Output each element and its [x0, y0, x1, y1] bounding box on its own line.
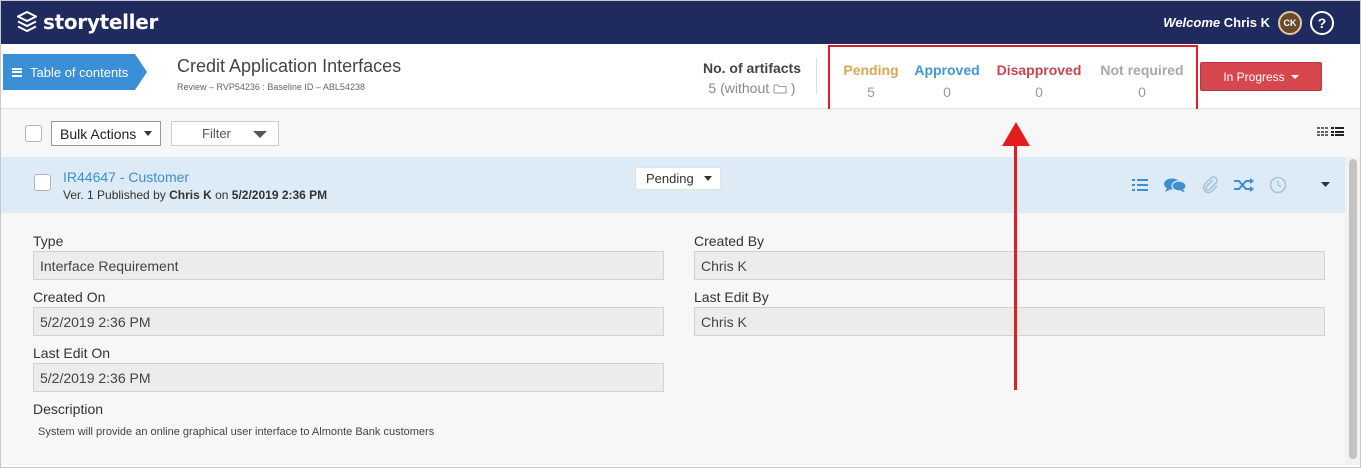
- type-label: Type: [33, 233, 64, 249]
- comments-icon[interactable]: [1163, 177, 1187, 193]
- toc-label: Table of contents: [30, 64, 129, 80]
- caret-down-icon: [1290, 74, 1299, 79]
- logo[interactable]: storyteller: [17, 10, 158, 34]
- artifact-actions: [1131, 176, 1331, 194]
- created-on-field: 5/2/2019 2:36 PM: [33, 307, 664, 336]
- count-approved-value: 0: [943, 84, 951, 100]
- count-disapproved-label: Disapproved: [996, 62, 1082, 78]
- artifact-row[interactable]: IR44647 - Customer Ver. 1 Published by C…: [1, 157, 1345, 213]
- chevron-down-icon[interactable]: [1301, 178, 1331, 192]
- scrollbar-thumb[interactable]: [1349, 159, 1357, 459]
- bulk-actions-label: Bulk Actions: [60, 125, 137, 142]
- artifact-count-label: No. of artifacts: [702, 60, 801, 76]
- artifact-meta-author: Chris K: [169, 188, 212, 202]
- review-status-button[interactable]: In Progress: [1200, 62, 1322, 91]
- logo-text: storyteller: [43, 10, 159, 34]
- last-edit-by-label: Last Edit By: [694, 289, 769, 305]
- app-window: storyteller Welcome Chris K CK ? Table o…: [0, 0, 1361, 468]
- caret-down-icon: [144, 131, 153, 136]
- description-label: Description: [33, 401, 104, 417]
- created-on-label: Created On: [33, 289, 106, 305]
- artifact-details: Type Interface Requirement Created On 5/…: [1, 213, 1345, 465]
- review-header: Table of contents Credit Application Int…: [1, 44, 1360, 111]
- artifact-meta: Ver. 1 Published by Chris K on 5/2/2019 …: [63, 188, 327, 202]
- filter-label: Filter: [202, 126, 231, 141]
- welcome-text: Welcome Chris K: [1163, 15, 1270, 30]
- count-approved[interactable]: Approved 0: [914, 62, 980, 100]
- folder-icon: [773, 84, 787, 94]
- caret-down-icon: [703, 176, 712, 181]
- count-pending-value: 5: [867, 84, 875, 100]
- storyteller-logo-icon: [17, 11, 37, 33]
- view-toggle: [1317, 127, 1344, 136]
- artifact-status-label: Pending: [646, 171, 694, 186]
- created-by-label: Created By: [694, 233, 765, 249]
- count-not-required[interactable]: Not required 0: [1098, 62, 1186, 100]
- filter-dropdown[interactable]: Filter: [171, 121, 279, 146]
- annotation-arrow-shaft: [1014, 139, 1017, 390]
- top-bar: storyteller Welcome Chris K CK ?: [1, 1, 1360, 44]
- review-status-label: In Progress: [1223, 69, 1285, 84]
- attachment-icon[interactable]: [1201, 176, 1219, 194]
- toolbar: Bulk Actions Filter: [1, 109, 1360, 157]
- menu-icon: [12, 67, 22, 77]
- clock-icon[interactable]: [1269, 176, 1287, 194]
- list-icon[interactable]: [1131, 178, 1149, 192]
- artifact-count: No. of artifacts 5 (without ): [697, 60, 807, 96]
- artifact-status-dropdown[interactable]: Pending: [635, 167, 721, 190]
- type-field: Interface Requirement: [33, 251, 664, 280]
- bulk-actions-dropdown[interactable]: Bulk Actions: [51, 121, 161, 146]
- artifact-checkbox[interactable]: [34, 174, 51, 191]
- grid-view-icon[interactable]: [1317, 127, 1328, 136]
- count-disapproved-value: 0: [1035, 84, 1043, 100]
- created-by-field: Chris K: [694, 251, 1325, 280]
- welcome-user-name: Chris K: [1223, 15, 1270, 30]
- last-edit-on-label: Last Edit On: [33, 345, 111, 361]
- help-icon[interactable]: ?: [1310, 11, 1334, 35]
- divider: [816, 58, 817, 94]
- artifact-title-link[interactable]: IR44647 - Customer: [63, 169, 189, 185]
- count-not-required-label: Not required: [1100, 62, 1184, 78]
- last-edit-by-field: Chris K: [694, 307, 1325, 336]
- avatar[interactable]: CK: [1278, 11, 1302, 35]
- caret-down-icon: [253, 131, 267, 138]
- artifact-count-close: ): [790, 80, 796, 96]
- artifact-count-number: 5 (without: [708, 80, 770, 96]
- artifact-count-value: 5 (without ): [697, 80, 807, 96]
- count-approved-label: Approved: [914, 62, 980, 78]
- artifact-meta-version: Ver. 1 Published by: [63, 188, 170, 202]
- page-title: Credit Application Interfaces: [177, 56, 402, 76]
- count-pending[interactable]: Pending 5: [843, 62, 899, 100]
- last-edit-on-field: 5/2/2019 2:36 PM: [33, 363, 664, 392]
- table-of-contents-button[interactable]: Table of contents: [3, 54, 147, 90]
- count-not-required-value: 0: [1138, 84, 1146, 100]
- artifact-meta-on: on: [211, 188, 232, 202]
- status-counts-highlight: Pending 5 Approved 0 Disapproved 0 Not r…: [828, 45, 1198, 111]
- shuffle-icon[interactable]: [1233, 178, 1255, 192]
- count-disapproved[interactable]: Disapproved 0: [995, 62, 1083, 100]
- annotation-arrow-head: [1002, 122, 1030, 146]
- page-subtitle: Review – RVP54236 : Baseline ID – ABL542…: [177, 82, 365, 92]
- artifact-meta-date: 5/2/2019 2:36 PM: [231, 188, 328, 202]
- list-view-icon[interactable]: [1331, 127, 1344, 136]
- select-all-checkbox[interactable]: [25, 125, 42, 142]
- welcome-prefix: Welcome: [1163, 15, 1221, 30]
- description-text: System will provide an online graphical …: [38, 426, 435, 438]
- count-pending-label: Pending: [843, 62, 899, 78]
